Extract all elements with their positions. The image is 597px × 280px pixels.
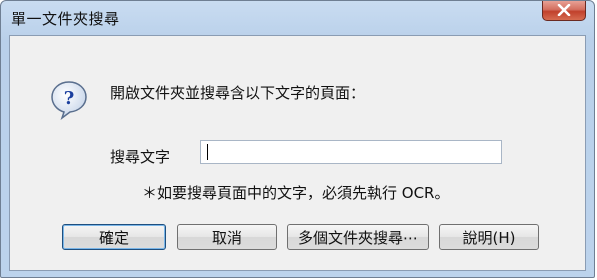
dialog-body: ? 開啟文件夾並搜尋含以下文字的頁面： 搜尋文字 ＊如要搜尋頁面中的文字，必須先… <box>9 35 586 271</box>
dialog-message: 開啟文件夾並搜尋含以下文字的頁面： <box>110 84 366 102</box>
cancel-button[interactable]: 取消 <box>177 224 277 250</box>
help-button[interactable]: 說明(H) <box>439 224 539 250</box>
svg-text:?: ? <box>64 88 75 109</box>
close-button[interactable] <box>542 1 586 21</box>
ocr-note: ＊如要搜尋頁面中的文字，必須先執行 OCR。 <box>142 184 450 202</box>
search-text-input[interactable] <box>200 140 502 164</box>
dialog-window: 單一文件夾搜尋 ? 開啟文件夾並搜尋含以下文字的頁面： 搜尋文字 ＊如要搜尋頁面… <box>0 0 595 278</box>
text-caret <box>207 144 208 160</box>
window-title: 單一文件夾搜尋 <box>11 10 120 28</box>
multi-folder-search-button[interactable]: 多個文件夾搜尋⋯ <box>287 224 429 250</box>
search-text-label: 搜尋文字 <box>110 148 171 166</box>
close-icon <box>557 4 571 16</box>
title-bar[interactable]: 單一文件夾搜尋 <box>1 1 594 35</box>
question-icon: ? <box>51 81 87 120</box>
ok-button[interactable]: 確定 <box>62 224 166 250</box>
